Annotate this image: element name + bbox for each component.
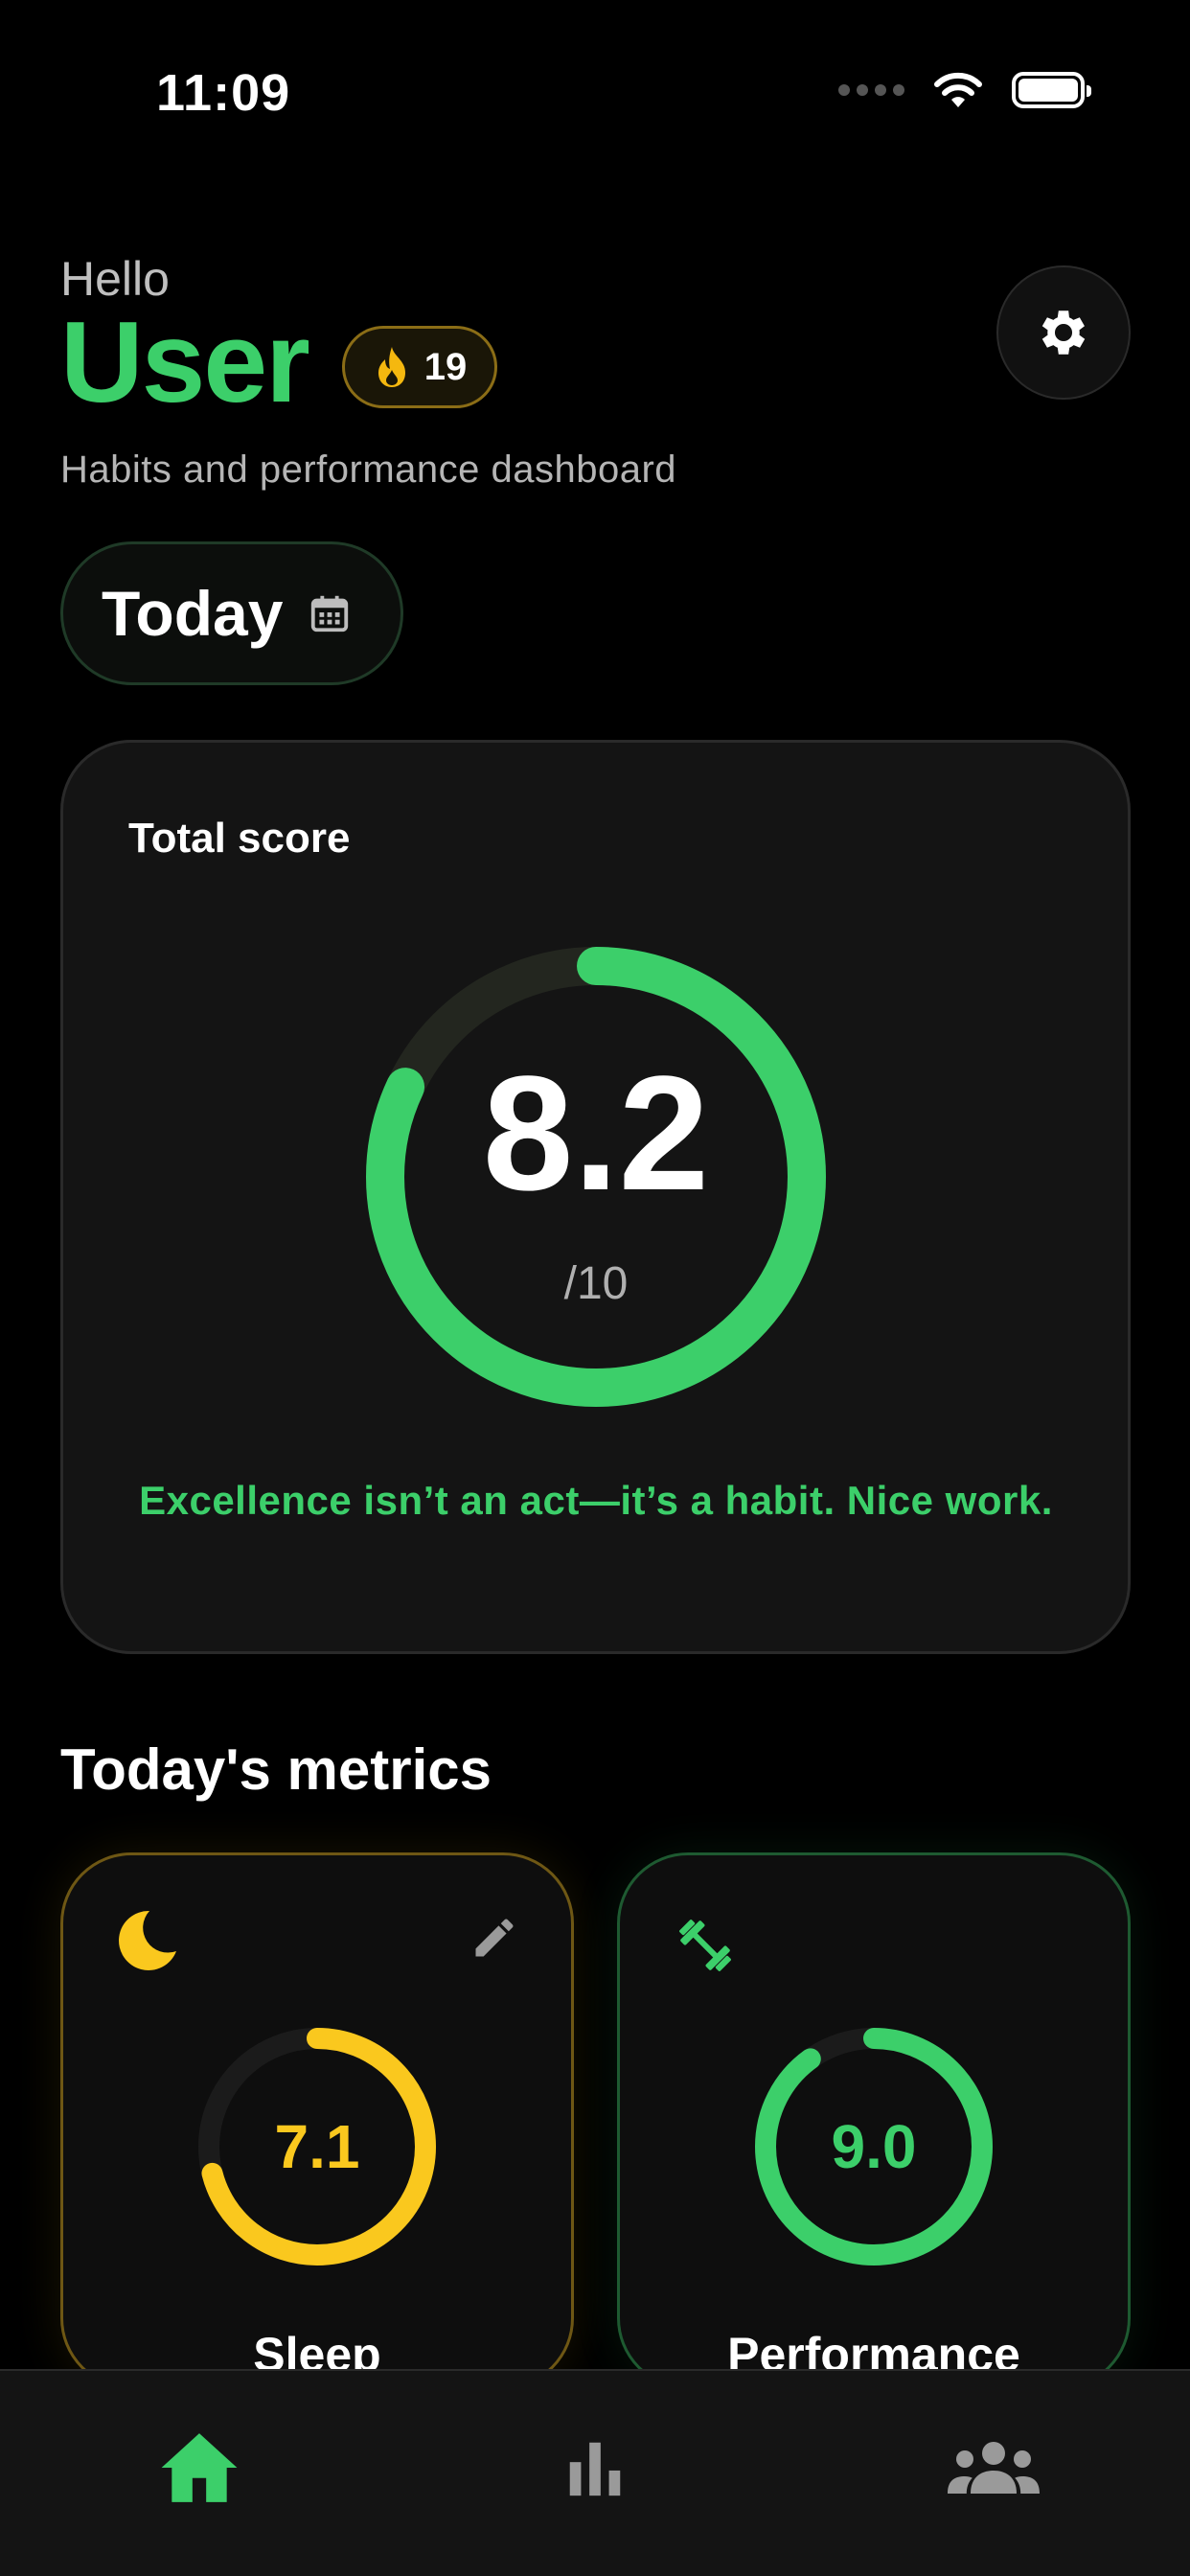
status-time: 11:09 xyxy=(156,64,291,122)
metrics-section-title: Today's metrics xyxy=(60,1737,492,1802)
performance-score-value: 9.0 xyxy=(831,2112,917,2181)
moon-icon xyxy=(119,1910,176,1970)
date-selector-label: Today xyxy=(102,578,284,649)
battery-icon xyxy=(1012,72,1091,108)
group-icon xyxy=(948,2442,1040,2494)
nav-community[interactable] xyxy=(946,2425,1041,2511)
username: User xyxy=(60,298,310,426)
total-score-value: 8.2 xyxy=(482,1043,710,1225)
sleep-score-value: 7.1 xyxy=(274,2112,360,2181)
home-icon xyxy=(161,2433,238,2502)
settings-button[interactable] xyxy=(996,265,1131,400)
gear-icon xyxy=(1041,310,1086,355)
edit-pencil-icon[interactable] xyxy=(469,1913,519,1963)
wifi-icon xyxy=(934,72,982,107)
cellular-signal-icon xyxy=(838,84,904,96)
date-selector-button[interactable]: Today xyxy=(60,541,403,685)
dashboard-subtitle: Habits and performance dashboard xyxy=(60,448,677,491)
calendar-icon xyxy=(311,595,349,632)
status-indicators xyxy=(838,71,1091,109)
streak-badge[interactable]: 19 xyxy=(342,326,497,408)
dumbbell-icon xyxy=(679,1920,731,1971)
motivational-quote: Excellence isn’t an act—it’s a habit. Ni… xyxy=(139,1478,1053,1523)
streak-count: 19 xyxy=(423,345,468,388)
nav-home[interactable] xyxy=(151,2425,247,2511)
nav-stats[interactable] xyxy=(547,2425,643,2511)
total-score-title: Total score xyxy=(128,815,351,862)
total-score-max: /10 xyxy=(563,1258,629,1309)
bar-chart-icon xyxy=(569,2442,621,2496)
flame-icon xyxy=(378,347,405,387)
